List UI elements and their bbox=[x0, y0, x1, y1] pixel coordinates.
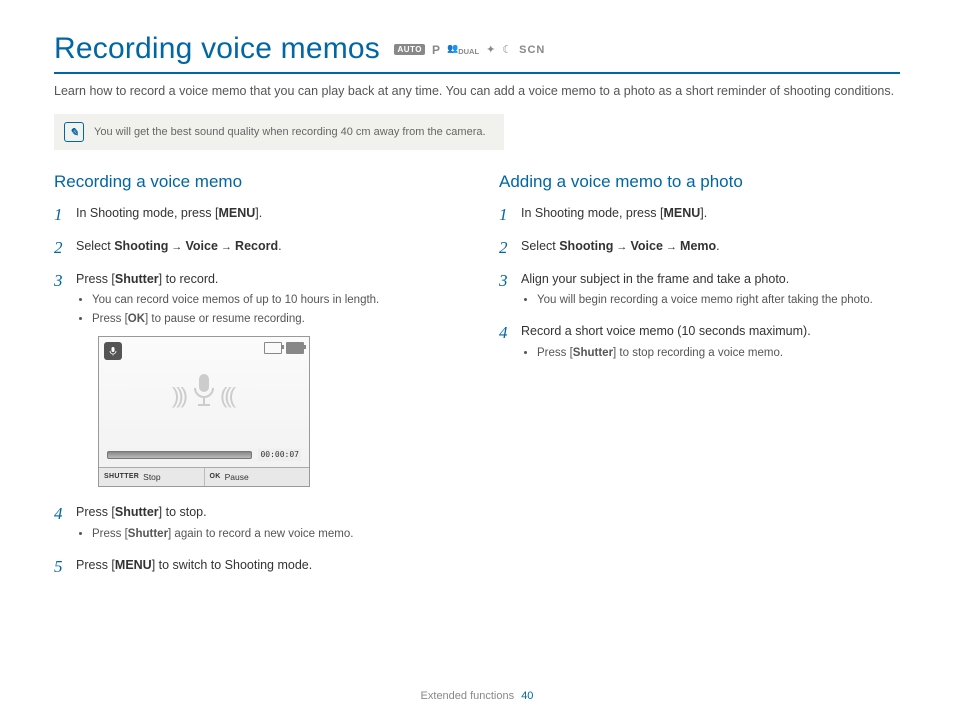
step-4: Press [Shutter] to stop. Press [Shutter]… bbox=[54, 503, 455, 542]
card-indicator-icon bbox=[264, 342, 282, 354]
sound-wave-right-icon: ))) bbox=[223, 379, 236, 412]
r-step-3-sub: You will begin recording a voice memo ri… bbox=[537, 292, 900, 308]
page-title: Recording voice memos bbox=[54, 32, 380, 66]
step-3: Press [Shutter] to record. You can recor… bbox=[54, 270, 455, 488]
step-1: In Shooting mode, press [MENU]. bbox=[54, 204, 455, 223]
step-2: Select Shooting → Voice → Record. bbox=[54, 237, 455, 256]
step-3-sub-2: Press [OK] to pause or resume recording. bbox=[92, 311, 455, 327]
r-step-4-sub: Press [Shutter] to stop recording a voic… bbox=[537, 345, 900, 361]
shutter-stop-label: SHUTTERStop bbox=[99, 468, 205, 487]
step-5: Press [MENU] to switch to Shooting mode. bbox=[54, 556, 455, 575]
r-step-3: Align your subject in the frame and take… bbox=[499, 270, 900, 309]
glyph-icon: ✦ bbox=[486, 43, 495, 56]
microphone-icon bbox=[189, 372, 219, 420]
r-step-2: Select Shooting → Voice → Memo. bbox=[499, 237, 900, 256]
mode-icon-strip: AUTO P 👥DUAL ✦ ☾ SCN bbox=[394, 43, 545, 57]
ok-pause-label: OKPause bbox=[205, 468, 310, 487]
left-heading: Recording a voice memo bbox=[54, 172, 455, 192]
step-4-sub: Press [Shutter] again to record a new vo… bbox=[92, 526, 455, 542]
battery-indicator-icon bbox=[286, 342, 304, 354]
right-column: Adding a voice memo to a photo In Shooti… bbox=[499, 172, 900, 589]
footer-section: Extended functions bbox=[421, 690, 515, 702]
progress-bar bbox=[107, 451, 252, 459]
page-footer: Extended functions 40 bbox=[0, 690, 954, 702]
sound-wave-left-icon: ))) bbox=[172, 379, 185, 412]
page-number: 40 bbox=[521, 690, 533, 702]
intro-text: Learn how to record a voice memo that yo… bbox=[54, 82, 900, 100]
mic-badge-icon bbox=[104, 342, 122, 360]
left-column: Recording a voice memo In Shooting mode,… bbox=[54, 172, 455, 589]
recorder-screenshot: ))) ))) 00:00:07 bbox=[98, 336, 310, 488]
program-icon: P bbox=[432, 43, 440, 57]
r-step-1: In Shooting mode, press [MENU]. bbox=[499, 204, 900, 223]
auto-icon: AUTO bbox=[394, 44, 425, 55]
title-rule bbox=[54, 72, 900, 74]
tip-text: You will get the best sound quality when… bbox=[94, 126, 486, 138]
step-3-sub-1: You can record voice memos of up to 10 h… bbox=[92, 292, 455, 308]
scene-icon: SCN bbox=[519, 44, 545, 56]
r-step-4: Record a short voice memo (10 seconds ma… bbox=[499, 322, 900, 361]
elapsed-time: 00:00:07 bbox=[258, 449, 301, 461]
note-icon: ✎ bbox=[64, 122, 84, 142]
dual-icon: 👥DUAL bbox=[447, 43, 479, 56]
right-heading: Adding a voice memo to a photo bbox=[499, 172, 900, 192]
night-icon: ☾ bbox=[502, 43, 512, 56]
tip-box: ✎ You will get the best sound quality wh… bbox=[54, 114, 504, 150]
